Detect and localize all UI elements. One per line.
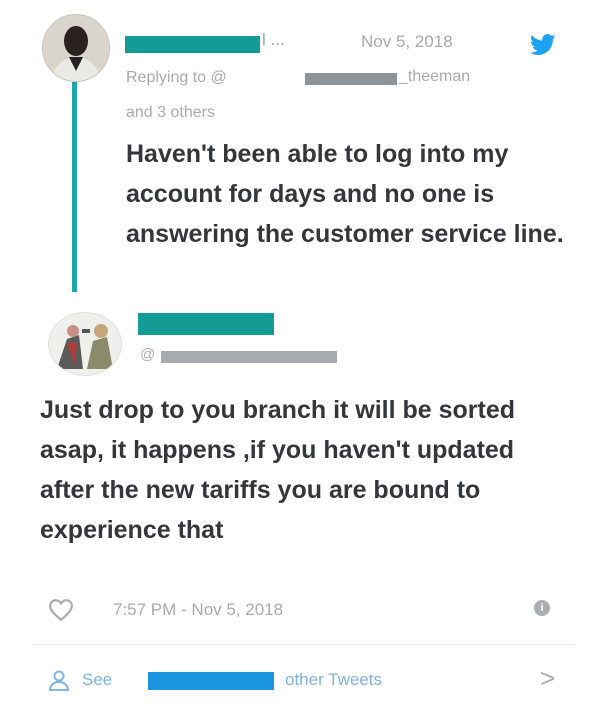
redacted-handle xyxy=(161,351,337,363)
see-other-tweets-prefix[interactable]: See xyxy=(82,670,112,690)
response-author-avatar[interactable] xyxy=(48,312,122,376)
replying-others-link[interactable]: and 3 others xyxy=(126,104,215,122)
info-icon[interactable]: i xyxy=(534,600,550,616)
handle-at-symbol: @ xyxy=(140,346,156,363)
heart-icon[interactable] xyxy=(48,598,74,627)
twitter-bird-icon[interactable] xyxy=(529,34,556,61)
response-tweet-text: Just drop to you branch it will be sorte… xyxy=(40,396,516,544)
see-other-tweets-link[interactable]: other Tweets xyxy=(285,670,382,690)
thread-connector-line xyxy=(72,82,77,292)
display-name-suffix: l ... xyxy=(262,30,285,49)
reply-tweet-text: Haven't been able to log into my account… xyxy=(126,140,564,248)
redacted-display-name xyxy=(138,313,274,335)
reply-tweet-date[interactable]: Nov 5, 2018 xyxy=(361,32,453,52)
replied-handle-suffix[interactable]: _theeman xyxy=(399,68,470,86)
replying-to-label: Replying to @ xyxy=(126,69,227,86)
person-icon xyxy=(47,670,71,697)
redacted-display-name xyxy=(125,36,260,53)
redacted-replied-handle xyxy=(305,73,397,85)
reply-author-avatar[interactable] xyxy=(42,14,110,82)
redacted-account-name xyxy=(148,672,274,690)
chevron-right-icon[interactable]: > xyxy=(540,663,555,694)
response-timestamp[interactable]: 7:57 PM - Nov 5, 2018 xyxy=(113,600,283,620)
footer-divider xyxy=(34,644,574,645)
